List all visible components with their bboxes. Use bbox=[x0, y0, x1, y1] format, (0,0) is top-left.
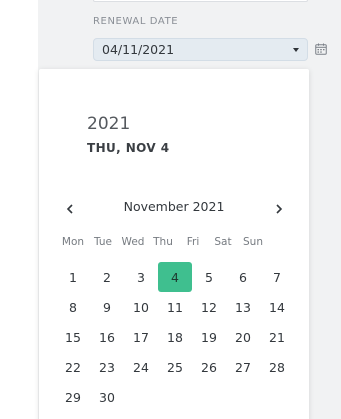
weekday-label: Sun bbox=[243, 236, 263, 248]
calendar-day[interactable]: 22 bbox=[56, 352, 90, 382]
calendar-day[interactable]: 25 bbox=[158, 352, 192, 382]
month-title: November 2021 bbox=[123, 199, 225, 214]
chevron-right-icon[interactable] bbox=[274, 203, 284, 215]
calendar-day[interactable]: 20 bbox=[226, 322, 260, 352]
previous-field-edge bbox=[93, 0, 308, 2]
calendar-day[interactable]: 17 bbox=[124, 322, 158, 352]
calendar-day[interactable]: 16 bbox=[90, 322, 124, 352]
calendar-empty-cell bbox=[226, 382, 260, 412]
calendar-day[interactable]: 2 bbox=[90, 262, 124, 292]
caret-down-icon[interactable] bbox=[293, 47, 299, 52]
calendar-day[interactable]: 14 bbox=[260, 292, 294, 322]
weekday-label: Mon bbox=[61, 236, 85, 248]
weekday-header: Mon Tue Wed Thu Fri Sat Sun bbox=[58, 236, 298, 248]
renewal-date-value: 04/11/2021 bbox=[102, 42, 175, 57]
calendar-empty-cell bbox=[158, 382, 192, 412]
calendar-day[interactable]: 1 bbox=[56, 262, 90, 292]
calendar-day[interactable]: 18 bbox=[158, 322, 192, 352]
calendar-day[interactable]: 7 bbox=[260, 262, 294, 292]
calendar-week-row: 22 23 24 25 26 27 28 bbox=[56, 352, 296, 382]
renewal-date-label: RENEWAL DATE bbox=[93, 16, 179, 27]
calendar-empty-cell bbox=[124, 382, 158, 412]
weekday-label: Sat bbox=[214, 236, 232, 248]
calendar-day-selected[interactable]: 4 bbox=[158, 262, 192, 292]
weekday-label: Thu bbox=[153, 236, 173, 248]
calendar-day[interactable]: 29 bbox=[56, 382, 90, 412]
calendar-day[interactable]: 13 bbox=[226, 292, 260, 322]
calendar-day[interactable]: 24 bbox=[124, 352, 158, 382]
calendar-day[interactable]: 9 bbox=[90, 292, 124, 322]
weekday-label: Wed bbox=[121, 236, 145, 248]
picker-selected-date: THU, NOV 4 bbox=[87, 141, 170, 155]
calendar-empty-cell bbox=[192, 382, 226, 412]
calendar-day[interactable]: 10 bbox=[124, 292, 158, 322]
calendar-day[interactable]: 6 bbox=[226, 262, 260, 292]
calendar-day[interactable]: 21 bbox=[260, 322, 294, 352]
date-picker-popup: 2021 THU, NOV 4 November 2021 Mon Tue Wed T… bbox=[39, 69, 309, 419]
calendar-week-row: 29 30 bbox=[56, 382, 296, 412]
calendar-week-row: 8 9 10 11 12 13 14 bbox=[56, 292, 296, 322]
calendar-week-row: 1234567 bbox=[56, 262, 296, 292]
calendar-day[interactable]: 27 bbox=[226, 352, 260, 382]
picker-year[interactable]: 2021 bbox=[87, 114, 130, 134]
calendar-day[interactable]: 11 bbox=[158, 292, 192, 322]
page: RENEWAL DATE 04/11/2021 2021 THU, NOV 4 … bbox=[0, 0, 341, 419]
calendar-day[interactable]: 15 bbox=[56, 322, 90, 352]
weekday-label: Tue bbox=[94, 236, 112, 248]
calendar-day[interactable]: 8 bbox=[56, 292, 90, 322]
weekday-label: Fri bbox=[186, 236, 200, 248]
left-panel bbox=[0, 0, 38, 419]
calendar-week-row: 15 16 17 18 19 20 21 bbox=[56, 322, 296, 352]
calendar-day[interactable]: 3 bbox=[124, 262, 158, 292]
calendar-day[interactable]: 12 bbox=[192, 292, 226, 322]
calendar-day[interactable]: 5 bbox=[192, 262, 226, 292]
calendar-day[interactable]: 23 bbox=[90, 352, 124, 382]
calendar-day[interactable]: 19 bbox=[192, 322, 226, 352]
calendar-day[interactable]: 28 bbox=[260, 352, 294, 382]
calendar-icon[interactable] bbox=[315, 43, 327, 55]
calendar-day[interactable]: 26 bbox=[192, 352, 226, 382]
calendar-day[interactable]: 30 bbox=[90, 382, 124, 412]
calendar-empty-cell bbox=[260, 382, 294, 412]
renewal-date-input[interactable]: 04/11/2021 bbox=[93, 38, 308, 61]
